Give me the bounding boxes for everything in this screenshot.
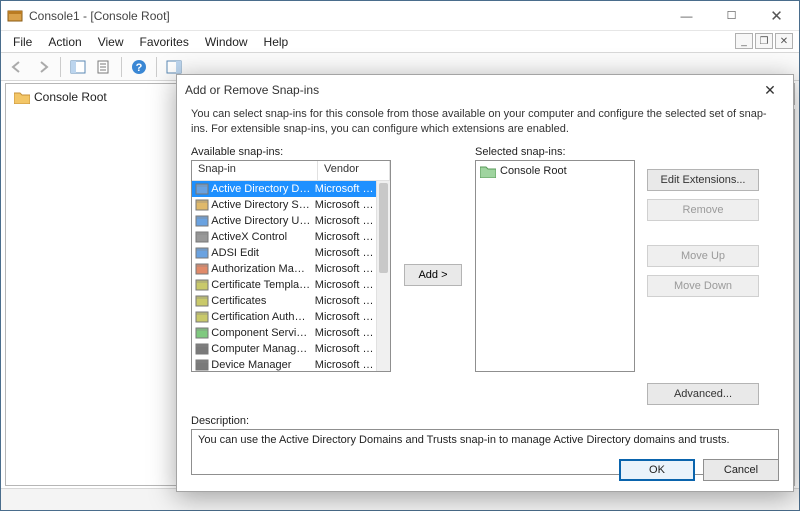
back-button[interactable] [5, 55, 29, 79]
selected-root-item[interactable]: Console Root [480, 165, 630, 178]
available-snapins-list[interactable]: Snap-in Vendor Active Directory Do...Mic… [191, 160, 391, 372]
window-title: Console1 - [Console Root] [29, 9, 664, 23]
maximize-button[interactable]: ☐ [709, 1, 754, 30]
snapin-row[interactable]: Component ServicesMicrosoft Cor... [192, 325, 376, 341]
dialog-intro-text: You can select snap-ins for this console… [191, 107, 779, 138]
selected-label: Selected snap-ins: [475, 146, 635, 158]
available-label: Available snap-ins: [191, 146, 391, 158]
mmc-icon [7, 8, 23, 24]
snapin-icon [194, 310, 209, 324]
menu-view[interactable]: View [90, 33, 132, 51]
ok-button[interactable]: OK [619, 459, 695, 481]
snapin-name: Active Directory Use... [211, 215, 314, 227]
mdi-close[interactable]: ✕ [775, 33, 793, 49]
tree-pane[interactable]: Console Root [5, 83, 177, 486]
snapin-icon [194, 326, 209, 340]
snapin-row[interactable]: Certification AuthorityMicrosoft Cor... [192, 309, 376, 325]
snapin-icon [194, 246, 209, 260]
snapin-row[interactable]: Active Directory Do...Microsoft Cor... [192, 181, 376, 197]
snapin-vendor: Microsoft Cor... [315, 231, 376, 243]
titlebar: Console1 - [Console Root] ― ☐ ✕ [1, 1, 799, 31]
edit-extensions-button[interactable]: Edit Extensions... [647, 169, 759, 191]
menu-window[interactable]: Window [197, 33, 256, 51]
help-button[interactable]: ? [127, 55, 151, 79]
dialog-close-button[interactable]: ✕ [755, 78, 785, 102]
menu-bar: File Action View Favorites Window Help _… [1, 31, 799, 53]
snapin-name: ADSI Edit [211, 247, 314, 259]
snapin-name: Certificate Templates [211, 279, 314, 291]
snapin-vendor: Microsoft Cor... [315, 295, 376, 307]
snapin-vendor: Microsoft Cor... [315, 327, 376, 339]
snapin-vendor: Microsoft Cor... [315, 343, 376, 355]
snapin-icon [194, 230, 209, 244]
snapin-name: Component Services [211, 327, 314, 339]
show-hide-tree-button[interactable] [66, 55, 90, 79]
snapin-name: Certification Authority [211, 311, 314, 323]
tree-root-label: Console Root [34, 90, 107, 104]
add-button[interactable]: Add > [404, 264, 462, 286]
snapin-icon [194, 198, 209, 212]
snapin-name: Computer Managem... [211, 343, 314, 355]
folder-icon [480, 165, 496, 178]
snapin-icon [194, 278, 209, 292]
snapin-name: Active Directory Site... [211, 199, 314, 211]
selected-snapins-list[interactable]: Console Root [475, 160, 635, 372]
move-up-button: Move Up [647, 245, 759, 267]
add-remove-snapins-dialog: Add or Remove Snap-ins ✕ You can select … [176, 74, 794, 492]
scrollbar-thumb[interactable] [379, 183, 388, 273]
menu-help[interactable]: Help [256, 33, 297, 51]
column-vendor[interactable]: Vendor [318, 161, 390, 180]
snapin-vendor: Microsoft Cor... [315, 199, 376, 211]
snapin-row[interactable]: CertificatesMicrosoft Cor... [192, 293, 376, 309]
snapin-icon [194, 182, 209, 196]
selected-root-label: Console Root [500, 165, 567, 177]
minimize-button[interactable]: ― [664, 1, 709, 30]
snapin-vendor: Microsoft Cor... [315, 311, 376, 323]
snapin-icon [194, 294, 209, 308]
snapin-vendor: Microsoft Cor... [315, 247, 376, 259]
advanced-button[interactable]: Advanced... [647, 383, 759, 405]
column-snapin[interactable]: Snap-in [192, 161, 318, 180]
menu-action[interactable]: Action [40, 33, 89, 51]
snapin-vendor: Microsoft Cor... [315, 279, 376, 291]
remove-button: Remove [647, 199, 759, 221]
menu-file[interactable]: File [5, 33, 40, 51]
snapin-row[interactable]: ActiveX ControlMicrosoft Cor... [192, 229, 376, 245]
snapin-name: Certificates [211, 295, 314, 307]
snapin-row[interactable]: Active Directory Use...Microsoft Cor... [192, 213, 376, 229]
description-label: Description: [191, 415, 779, 427]
snapin-name: Active Directory Do... [211, 183, 314, 195]
cancel-button[interactable]: Cancel [703, 459, 779, 481]
snapin-vendor: Microsoft Cor... [315, 215, 376, 227]
forward-button[interactable] [31, 55, 55, 79]
mdi-restore[interactable]: ❐ [755, 33, 773, 49]
snapin-name: Authorization Manager [211, 263, 314, 275]
snapin-row[interactable]: Computer Managem...Microsoft Cor... [192, 341, 376, 357]
tree-root-item[interactable]: Console Root [10, 88, 172, 106]
snapin-icon [194, 358, 209, 371]
close-button[interactable]: ✕ [754, 1, 799, 30]
snapin-row[interactable]: Certificate TemplatesMicrosoft Cor... [192, 277, 376, 293]
menu-favorites[interactable]: Favorites [132, 33, 197, 51]
snapin-row[interactable]: Authorization ManagerMicrosoft Cor... [192, 261, 376, 277]
snapin-row[interactable]: Device ManagerMicrosoft Cor... [192, 357, 376, 371]
snapin-vendor: Microsoft Cor... [315, 183, 376, 195]
snapin-name: Device Manager [211, 359, 314, 371]
snapin-row[interactable]: Active Directory Site...Microsoft Cor... [192, 197, 376, 213]
snapin-vendor: Microsoft Cor... [315, 359, 376, 371]
move-down-button: Move Down [647, 275, 759, 297]
mdi-minimize[interactable]: _ [735, 33, 753, 49]
export-list-button[interactable] [92, 55, 116, 79]
snapin-vendor: Microsoft Cor... [315, 263, 376, 275]
dialog-title: Add or Remove Snap-ins [185, 83, 319, 97]
snapin-icon [194, 214, 209, 228]
snapin-name: ActiveX Control [211, 231, 314, 243]
snapin-icon [194, 262, 209, 276]
snapin-icon [194, 342, 209, 356]
list-scrollbar[interactable] [376, 181, 390, 371]
folder-icon [14, 91, 30, 104]
svg-text:?: ? [136, 62, 143, 74]
snapin-row[interactable]: ADSI EditMicrosoft Cor... [192, 245, 376, 261]
